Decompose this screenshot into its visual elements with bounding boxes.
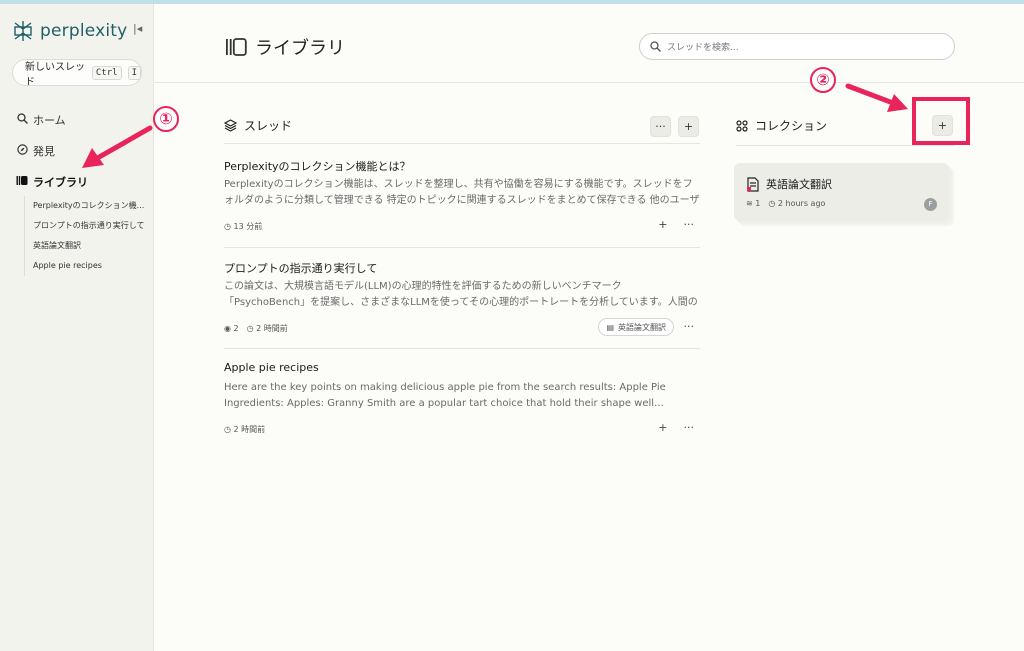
thread-time-text: 13 分前: [233, 221, 263, 231]
page-title: ライブラリ: [225, 34, 345, 60]
collection-card[interactable]: 英語論文翻訳 ≋ 1 ◷ 2 hours ago F: [734, 163, 949, 221]
sidebar-item-library[interactable]: ライブラリ: [16, 166, 88, 197]
library-icon: [16, 175, 28, 189]
thread-item[interactable]: プロンプトの指示通り実行して この論文は、大規模言語モデル(LLM)の心理的特性…: [224, 260, 700, 338]
compass-icon: [16, 143, 28, 158]
add-to-collection-button[interactable]: +: [658, 218, 667, 231]
sidebar-nav: ホーム 発見 ライブラリ: [16, 104, 88, 197]
collection-card-meta: ≋ 1 ◷ 2 hours ago: [746, 199, 825, 208]
thread-title[interactable]: プロンプトの指示通り実行して: [224, 260, 700, 276]
annotation-marker-1: ①: [153, 106, 179, 132]
page-title-text: ライブラリ: [255, 38, 345, 59]
page-header: ライブラリ スレッドを検索...: [155, 4, 1024, 83]
shortcut-key-ctrl: Ctrl: [91, 65, 122, 80]
add-collection-button[interactable]: +: [932, 115, 953, 136]
clock-icon: ◷: [246, 323, 254, 333]
grid-icon: [736, 119, 748, 132]
logo[interactable]: perplexity: [12, 20, 127, 42]
new-thread-button[interactable]: 新しいスレッド Ctrl I: [12, 59, 142, 88]
thread-more-button[interactable]: ···: [684, 320, 695, 333]
clock-icon: ◷: [224, 221, 231, 231]
thread-meta: ◷ 2 時間前 + ···: [224, 419, 700, 439]
library-thread-list: Perplexityのコレクション機... プロンプトの指示通り実行して 英語論…: [24, 196, 145, 276]
collapse-sidebar-icon[interactable]: |◂: [133, 22, 142, 35]
thread-snippet: この論文は、大規模言語モデル(LLM)の心理的特性を評価するための新しいベンチマ…: [224, 281, 698, 308]
document-icon: [747, 176, 759, 192]
threads-title-text: スレッド: [244, 119, 293, 133]
thread-time: ◷ 2 時間前: [247, 323, 288, 334]
thread-views: ◉ 2: [224, 324, 239, 333]
sidebar-item-label: ライブラリ: [33, 175, 88, 189]
library-thread-item[interactable]: 英語論文翻訳: [33, 236, 145, 256]
logo-text: perplexity: [40, 21, 128, 41]
sidebar: perplexity |◂ 新しいスレッド Ctrl I ホーム 発見 ライブラ…: [0, 4, 154, 651]
library-thread-item[interactable]: Apple pie recipes: [33, 256, 145, 276]
thread-count: ≋ 1: [746, 199, 760, 208]
layers-icon: [224, 119, 237, 132]
thread-snippet: Here are the key points on making delici…: [224, 382, 666, 409]
thread-time: ◷ 2 時間前: [224, 424, 265, 435]
library-thread-item[interactable]: Perplexityのコレクション機...: [33, 196, 145, 216]
thread-actions: ···: [684, 320, 695, 333]
search-placeholder: スレッドを検索...: [667, 43, 739, 53]
thread-actions: + ···: [658, 218, 694, 231]
layers-icon: ≋: [746, 199, 753, 208]
threads-section-header: スレッド ··· +: [224, 114, 700, 144]
collection-name: 英語論文翻訳: [766, 178, 832, 191]
thread-snippet: Perplexityのコレクション機能は、スレッドを整理し、共有や協働を容易にす…: [224, 179, 700, 206]
collection-card-title: 英語論文翻訳: [746, 176, 832, 192]
thread-title[interactable]: Perplexityのコレクション機能とは？: [224, 158, 700, 174]
collection-tag[interactable]: ▤ 英語論文翻訳: [598, 318, 674, 336]
thread-item[interactable]: Apple pie recipes Here are the key point…: [224, 361, 700, 439]
thread-time-text: 2 時間前: [233, 424, 266, 434]
thread-count-text: 1: [755, 199, 761, 208]
divider: [224, 348, 700, 349]
collection-tag-label: 英語論文翻訳: [618, 322, 666, 332]
sidebar-item-label: ホーム: [33, 113, 66, 127]
new-thread-label: 新しいスレッド: [25, 61, 85, 88]
perplexity-logo-icon: [14, 21, 32, 41]
shortcut-key-i: I: [127, 65, 141, 80]
thread-meta: ◷ 13 分前 + ···: [224, 216, 700, 236]
search-input[interactable]: スレッドを検索...: [639, 33, 955, 60]
divider: [224, 247, 700, 248]
thread-actions: + ···: [658, 421, 694, 434]
thread-time-text: 2 時間前: [256, 323, 288, 333]
eye-icon: ◉: [224, 323, 231, 333]
thread-views-text: 2: [233, 323, 239, 333]
sidebar-item-discover[interactable]: 発見: [16, 135, 88, 166]
collections-title-text: コレクション: [755, 119, 828, 133]
thread-meta: ◉ 2 ◷ 2 時間前 ▤ 英語論文翻訳 ···: [224, 318, 700, 338]
clock-icon: ◷: [768, 199, 776, 208]
collection-time-text: 2 hours ago: [777, 199, 826, 208]
library-icon: [226, 38, 247, 56]
add-to-collection-button[interactable]: +: [658, 421, 667, 434]
thread-more-button[interactable]: ···: [684, 218, 695, 231]
avatar: F: [924, 198, 937, 211]
thread-more-button[interactable]: ···: [684, 421, 695, 434]
threads-add-button[interactable]: +: [678, 116, 699, 137]
thread-item[interactable]: Perplexityのコレクション機能とは？ Perplexityのコレクション…: [224, 158, 700, 236]
search-icon: [650, 41, 661, 52]
search-icon: [16, 112, 28, 127]
thread-time: ◷ 13 分前: [224, 221, 262, 232]
library-thread-item[interactable]: プロンプトの指示通り実行して: [33, 216, 145, 236]
document-icon: ▤: [606, 322, 614, 332]
threads-section-title: スレッド: [224, 117, 292, 134]
sidebar-item-label: 発見: [33, 144, 55, 158]
annotation-marker-2: ②: [810, 67, 836, 93]
thread-title[interactable]: Apple pie recipes: [224, 361, 700, 377]
sidebar-item-home[interactable]: ホーム: [16, 104, 88, 135]
collection-time: ◷ 2 hours ago: [768, 199, 825, 208]
arrow-to-add-collection: [845, 83, 908, 112]
threads-more-button[interactable]: ···: [650, 116, 671, 137]
collections-section-title: コレクション: [736, 117, 827, 134]
clock-icon: ◷: [224, 424, 231, 434]
